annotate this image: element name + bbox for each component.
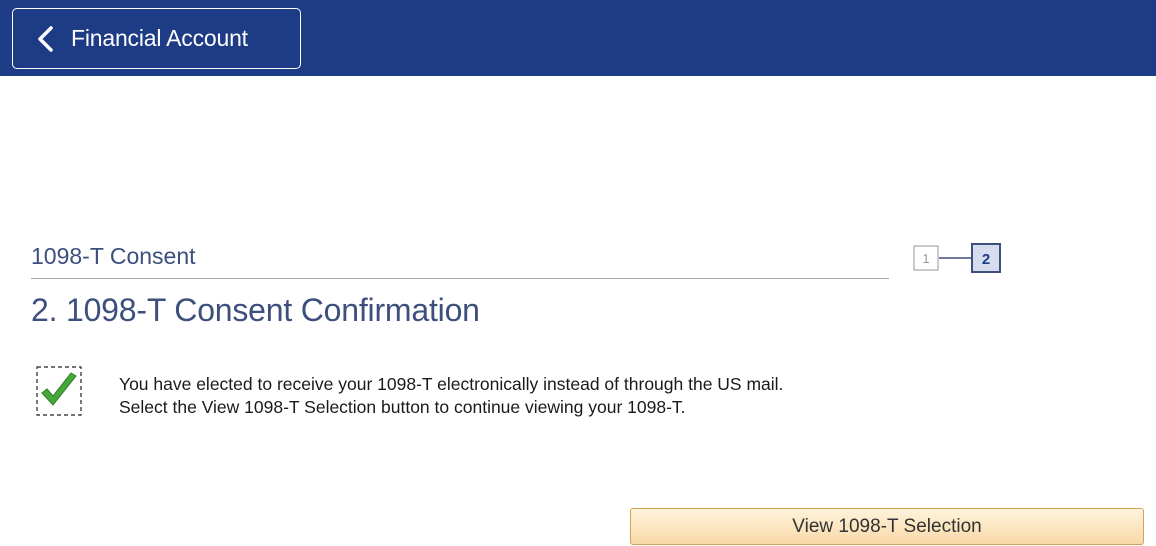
chevron-left-icon: [38, 25, 53, 52]
message-line-2: Select the View 1098-T Selection button …: [119, 397, 686, 417]
back-button[interactable]: Financial Account: [12, 8, 301, 69]
confirmation-message: You have elected to receive your 1098-T …: [119, 373, 783, 419]
message-line-1: You have elected to receive your 1098-T …: [119, 374, 784, 394]
section-label: 1098-T Consent: [31, 243, 196, 269]
header-bar: Financial Account: [0, 0, 1156, 76]
check-icon: [36, 366, 82, 416]
section-divider: [31, 278, 889, 279]
back-button-label: Financial Account: [71, 25, 248, 51]
step-2: 2: [971, 243, 1001, 273]
step-1-label: 1: [922, 251, 929, 266]
step-1[interactable]: 1: [913, 245, 939, 271]
page-title: 2. 1098-T Consent Confirmation: [31, 292, 480, 328]
view-1098t-selection-button[interactable]: View 1098-T Selection: [630, 508, 1144, 545]
step-2-label: 2: [982, 251, 990, 268]
step-indicator: 1 2: [913, 243, 1001, 273]
